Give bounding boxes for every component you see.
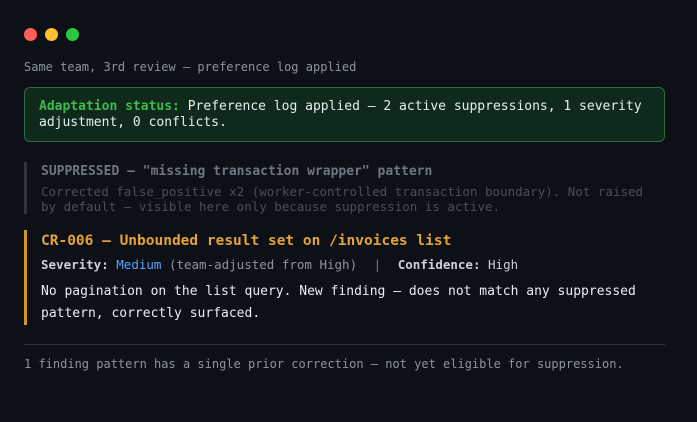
confidence-label: Confidence: [397, 257, 481, 272]
severity-label: Severity: [41, 257, 109, 272]
finding-meta: Severity: Medium (team-adjusted from Hig… [41, 257, 665, 273]
suppressed-body: Corrected false_positive x2 (worker-cont… [41, 184, 644, 214]
finding-body: No pagination on the list query. New fin… [41, 284, 636, 321]
adaptation-status-box: Adaptation status: Preference log applie… [24, 87, 665, 142]
finding-title: CR-006 — Unbounded result set on /invoic… [41, 233, 452, 249]
meta-separator: | [373, 257, 382, 272]
minimize-dot-icon[interactable] [45, 28, 58, 41]
suppressed-title: SUPPRESSED — "missing transaction wrappe… [41, 164, 433, 179]
terminal-window: Same team, 3rd review — preference log a… [0, 0, 697, 422]
severity-value: Medium [116, 257, 162, 272]
divider [24, 344, 665, 345]
finding-card: CR-006 — Unbounded result set on /invoic… [24, 230, 665, 325]
close-dot-icon[interactable] [24, 28, 37, 41]
suppressed-finding: SUPPRESSED — "missing transaction wrappe… [24, 162, 665, 214]
severity-note: (team-adjusted from High) [168, 257, 358, 272]
adaptation-status-label: Adaptation status: [39, 99, 180, 114]
maximize-dot-icon[interactable] [66, 28, 79, 41]
footer-note: 1 finding pattern has a single prior cor… [24, 357, 624, 371]
window-controls [24, 28, 79, 41]
confidence-value: High [488, 257, 519, 272]
review-subtitle: Same team, 3rd review — preference log a… [24, 60, 357, 74]
